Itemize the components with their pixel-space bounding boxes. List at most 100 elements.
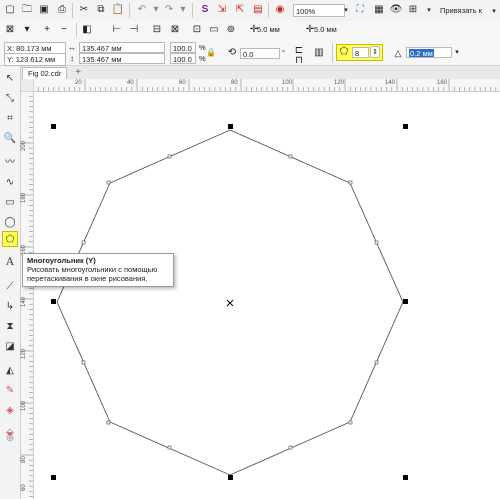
selection-handle[interactable]	[228, 475, 233, 480]
percent-label-2: %	[199, 54, 206, 63]
drawing-canvas[interactable]	[34, 92, 500, 499]
ring-icon[interactable]: ⊚	[224, 23, 238, 37]
print-icon[interactable]: ⎙	[55, 3, 69, 17]
ellipse-tool-icon[interactable]: ◯	[2, 214, 18, 230]
object-width-field[interactable]: 135.467 мм	[79, 42, 165, 53]
h-tick-label: 20	[75, 80, 82, 86]
grid-dropdown-icon[interactable]: ▾	[422, 3, 436, 17]
mirror-v-icon[interactable]: ▭	[207, 23, 221, 37]
new-document-icon[interactable]: ▢	[3, 3, 17, 17]
new-tab-icon[interactable]: +	[73, 68, 83, 78]
selection-handle[interactable]	[51, 475, 56, 480]
vertex-node[interactable]	[106, 420, 111, 425]
v-tick-label: 60	[21, 484, 27, 491]
app-launcher-icon[interactable]: ◉	[273, 3, 287, 17]
add-tool-icon[interactable]: ⊕	[2, 430, 18, 446]
polygon-tool-icon[interactable]: ⬠	[2, 231, 18, 247]
outline-width-field[interactable]: 0.2 мм	[406, 47, 452, 58]
parallel-dimension-icon[interactable]: ⟋	[2, 278, 18, 294]
open-folder-icon[interactable]: 🗀	[20, 3, 34, 17]
interactive-fill-icon[interactable]: ◈	[2, 402, 18, 418]
crop-tool-icon[interactable]: ⌗	[2, 110, 18, 126]
cut-icon[interactable]: ✂	[77, 3, 91, 17]
vertical-ruler-ticks	[21, 91, 33, 497]
shape-tool-icon[interactable]: ⤡	[2, 90, 18, 106]
rotation-angle-field[interactable]: 0.0	[240, 48, 280, 59]
number-of-sides-field[interactable]: 8	[352, 47, 369, 58]
edge-midpoint-node[interactable]	[374, 360, 379, 365]
object-height-field[interactable]: 135.467 мм	[79, 53, 165, 64]
edge-midpoint-node[interactable]	[288, 445, 293, 450]
rectangle-tool-icon[interactable]: ▭	[2, 194, 18, 210]
undo-dropdown-icon[interactable]: ▾	[149, 3, 163, 17]
selection-handle[interactable]	[228, 124, 233, 129]
save-icon[interactable]: ▣	[37, 3, 51, 17]
vertex-node[interactable]	[348, 420, 353, 425]
edge-midpoint-node[interactable]	[288, 154, 293, 159]
add-preset-icon[interactable]: +	[40, 23, 54, 37]
blend-tool-icon[interactable]: ⧗	[2, 318, 18, 334]
drop-shadow-icon[interactable]: ◪	[2, 338, 18, 354]
edge-midpoint-node[interactable]	[167, 445, 172, 450]
align-center-icon[interactable]: ⊣	[127, 23, 141, 37]
connector-tool-icon[interactable]: ↳	[2, 298, 18, 314]
vertex-node[interactable]	[348, 180, 353, 185]
redo-dropdown-icon[interactable]: ▾	[176, 3, 190, 17]
center-marker[interactable]	[226, 299, 234, 307]
search-content-icon[interactable]: S	[198, 3, 212, 17]
fill-icon[interactable]: ◧	[80, 23, 94, 37]
selection-handle[interactable]	[51, 124, 56, 129]
snap-dropdown-icon[interactable]: ▾	[490, 4, 498, 18]
view-icon[interactable]: 👁	[389, 3, 403, 17]
pick-tool-icon[interactable]: ↖	[2, 70, 18, 86]
wrap-dropdown-icon[interactable]: ⊠	[168, 23, 182, 37]
polygon-sides-icon: ⬠	[339, 46, 349, 57]
wrap-icon[interactable]: ⊟	[150, 23, 164, 37]
vertical-ruler[interactable]: 200 180 160 140 120 100 80 60	[21, 91, 34, 499]
nudge-distance-2[interactable]: 5.0 мм	[314, 24, 337, 35]
outline-dropdown-icon[interactable]: ▾	[452, 47, 462, 58]
color-eyedropper-icon[interactable]: ✎	[2, 382, 18, 398]
horizontal-ruler[interactable]: 20 40 60 80 100 120 140 160	[33, 79, 500, 92]
vertex-node[interactable]	[106, 180, 111, 185]
position-y-field[interactable]: Y: 123.612 мм	[4, 53, 66, 66]
lock-ratio-icon[interactable]: 🔒	[206, 47, 216, 59]
scale-height-field[interactable]: 100.0	[170, 53, 196, 64]
sides-spinner-icon[interactable]: ⇕	[370, 46, 380, 58]
snap-to-dropdown[interactable]: Привязать к	[440, 5, 482, 16]
edge-midpoint-node[interactable]	[81, 360, 86, 365]
polygon-shape-icon[interactable]: ▥	[312, 46, 326, 60]
scale-width-field[interactable]: 100.0	[170, 42, 196, 53]
preset-dropdown-icon[interactable]: ▾	[20, 23, 34, 37]
selection-handle[interactable]	[51, 299, 56, 304]
mirror-vertical-icon[interactable]: ⊓	[292, 56, 306, 66]
mirror-icon[interactable]: ⊡	[190, 23, 204, 37]
selection-handle[interactable]	[403, 124, 408, 129]
zoom-level-field[interactable]: 100%	[293, 4, 345, 17]
preset-icon[interactable]: ⊠	[3, 23, 17, 37]
edge-midpoint-node[interactable]	[167, 154, 172, 159]
align-left-icon[interactable]: ⊢	[110, 23, 124, 37]
edge-midpoint-node[interactable]	[81, 240, 86, 245]
zoom-dropdown-icon[interactable]: ▾	[341, 4, 351, 17]
grid-icon[interactable]: ⊞	[406, 3, 420, 17]
import-icon[interactable]: ⇲	[215, 3, 229, 17]
delete-preset-icon[interactable]: −	[57, 23, 71, 37]
edge-midpoint-node[interactable]	[374, 240, 379, 245]
paste-icon[interactable]: 📋	[111, 3, 125, 17]
show-rulers-icon[interactable]: ▦	[372, 3, 386, 17]
undo-icon[interactable]: ↶	[135, 3, 149, 17]
copy-icon[interactable]: ⧉	[94, 3, 108, 17]
transparency-icon[interactable]: ◭	[2, 362, 18, 378]
zoom-tool-icon[interactable]: 🔍	[2, 130, 18, 146]
nudge-distance-1[interactable]: 5.0 мм	[257, 24, 280, 35]
text-tool-icon[interactable]: A	[2, 253, 18, 269]
selection-handle[interactable]	[403, 299, 408, 304]
artistic-media-icon[interactable]: ∿	[2, 174, 18, 190]
selection-handle[interactable]	[403, 475, 408, 480]
full-screen-preview-icon[interactable]: ⛶	[353, 3, 367, 17]
publish-pdf-icon[interactable]: ▤	[251, 3, 265, 17]
freehand-tool-icon[interactable]: 〰	[2, 152, 18, 168]
export-icon[interactable]: ⇱	[233, 3, 247, 17]
redo-icon[interactable]: ↷	[162, 3, 176, 17]
